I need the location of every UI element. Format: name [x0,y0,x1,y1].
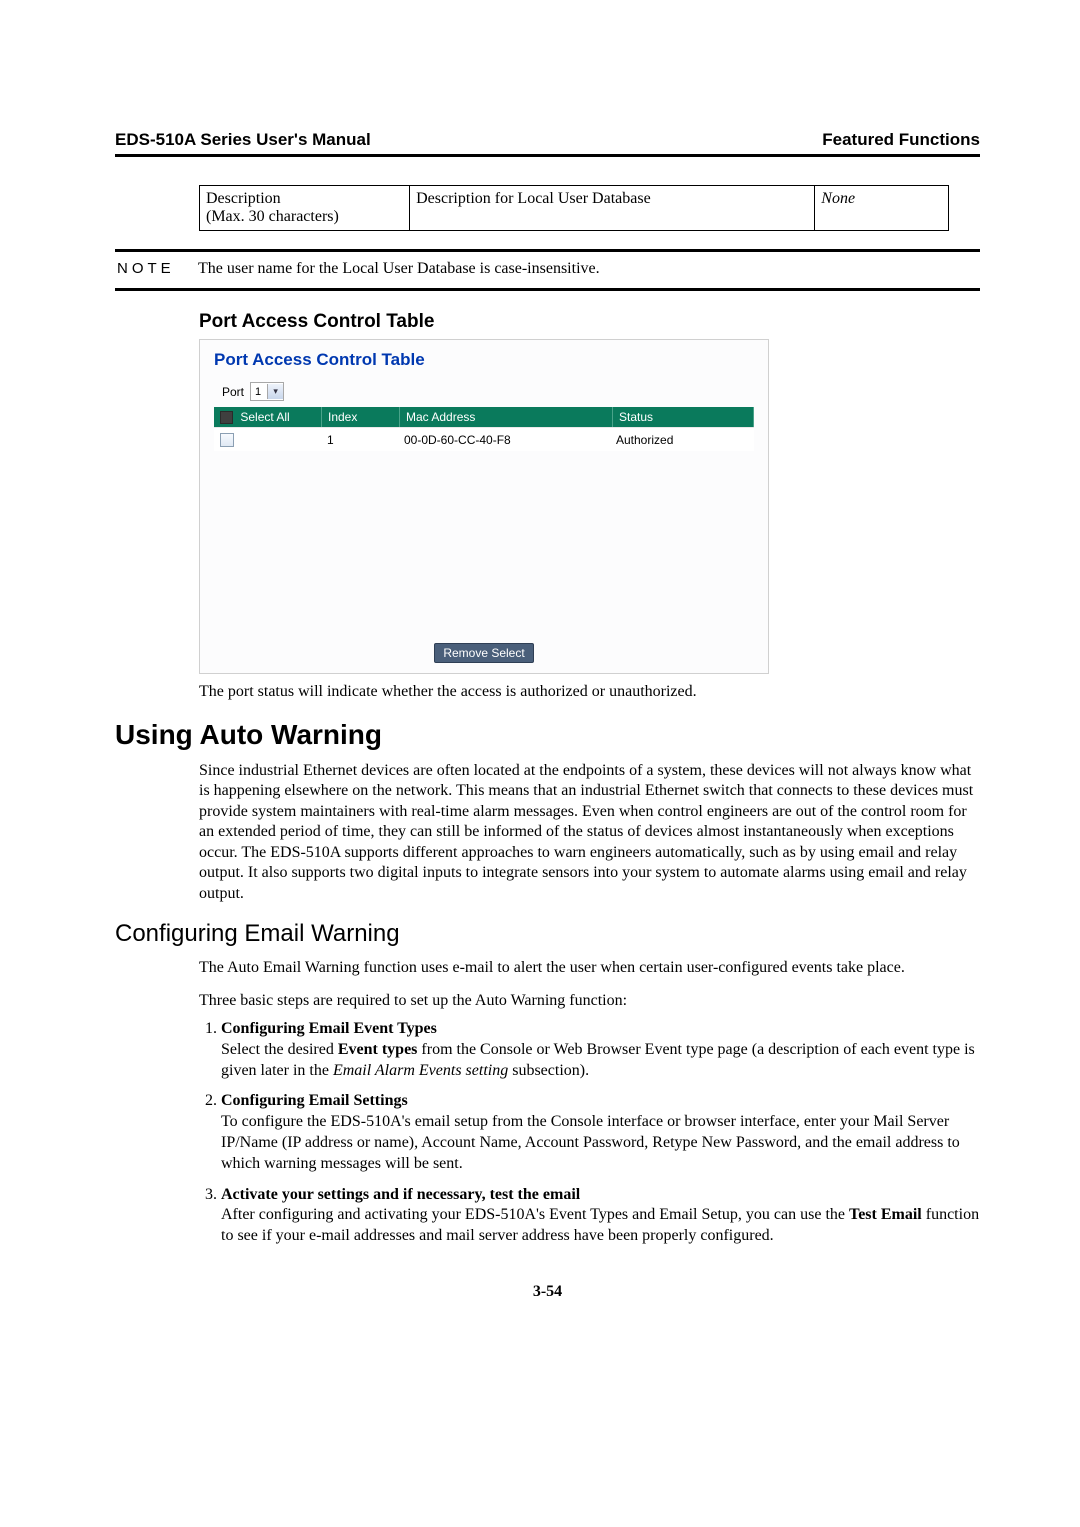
steps-list: Configuring Email Event Types Select the… [199,1019,980,1247]
page-header: EDS-510A Series User's Manual Featured F… [115,130,980,157]
pact-caption: The port status will indicate whether th… [199,682,980,702]
port-select[interactable]: 1 ▾ [250,382,284,401]
pact-header-mac: Mac Address [400,407,613,427]
step-3: Activate your settings and if necessary,… [221,1185,980,1247]
header-left: EDS-510A Series User's Manual [115,130,371,150]
step1-title: Configuring Email Event Types [221,1020,437,1037]
auto-warning-para: Since industrial Ethernet devices are of… [199,761,980,904]
heading-email-warning: Configuring Email Warning [115,920,980,948]
step3-bold: Test Email [849,1206,922,1223]
select-all-checkbox[interactable] [220,411,233,424]
pact-screenshot: Port Access Control Table Port 1 ▾ Selec… [199,339,769,674]
row-checkbox[interactable] [220,433,234,447]
desc-cell-default: None [815,186,949,231]
row-mac: 00-0D-60-CC-40-F8 [398,428,610,451]
email-para2: Three basic steps are required to set up… [199,991,980,1011]
step-2: Configuring Email Settings To configure … [221,1091,980,1174]
step-1: Configuring Email Event Types Select the… [221,1019,980,1081]
description-field-table: Description (Max. 30 characters) Descrip… [199,185,949,231]
chevron-down-icon[interactable]: ▾ [267,384,283,399]
step3-title: Activate your settings and if necessary,… [221,1186,580,1203]
email-para1: The Auto Email Warning function uses e-m… [199,958,980,978]
step1-bold: Event types [338,1041,418,1058]
desc-cell-description: Description for Local User Database [410,186,815,231]
port-select-value: 1 [251,386,267,398]
page-number: 3-54 [115,1283,980,1301]
desc-name-line1: Description [206,190,281,207]
step2-title: Configuring Email Settings [221,1092,408,1109]
step1-text-c: subsection). [508,1062,589,1079]
step3-text-a: After configuring and activating your ED… [221,1206,849,1223]
pact-table: Select All Index Mac Address Status [214,407,754,427]
note-text: The user name for the Local User Databas… [192,260,980,278]
step2-text: To configure the EDS-510A's email setup … [221,1113,960,1172]
pact-header-index: Index [322,407,400,427]
pact-header-status: Status [613,407,754,427]
pact-screenshot-title: Port Access Control Table [200,340,768,382]
select-all-label: Select All [240,410,289,424]
row-status: Authorized [610,428,754,451]
note-block: NOTE The user name for the Local User Da… [115,249,980,291]
remove-select-button[interactable]: Remove Select [434,643,533,663]
pact-header-selectall[interactable]: Select All [214,407,322,427]
pact-heading: Port Access Control Table [199,311,980,333]
port-label: Port [222,385,244,399]
header-right: Featured Functions [822,130,980,150]
table-row[interactable]: 1 00-0D-60-CC-40-F8 Authorized [214,428,754,451]
heading-auto-warning: Using Auto Warning [115,719,980,751]
step1-ital: Email Alarm Events setting [333,1062,508,1079]
row-index: 1 [321,428,398,451]
step1-text-a: Select the desired [221,1041,338,1058]
desc-cell-name: Description (Max. 30 characters) [200,186,410,231]
note-label: NOTE [115,260,192,277]
desc-name-line2: (Max. 30 characters) [206,208,339,225]
